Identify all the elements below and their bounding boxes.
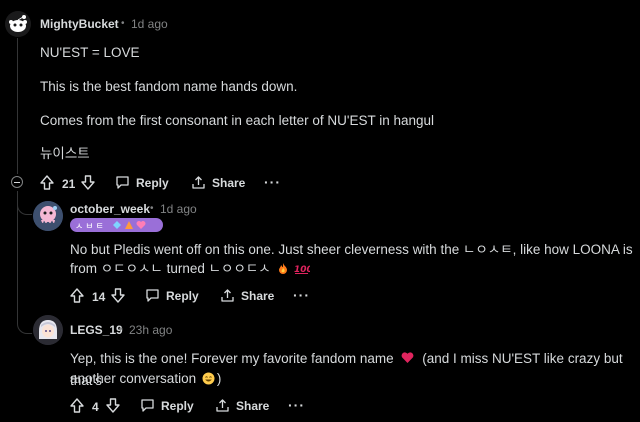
comment-paragraph: 뉴이스트 [40,146,90,161]
reply-button[interactable]: Reply [140,398,194,413]
share-button[interactable]: Share [191,175,245,190]
svg-text:100: 100 [294,265,310,274]
comment-text-fragment: another conversation [70,371,197,386]
downvote-icon[interactable] [81,175,95,190]
meta-separator: • [119,324,123,335]
comment-timestamp[interactable]: 23h ago [129,323,172,337]
upvote-icon[interactable] [70,288,84,303]
comment-icon [146,289,159,302]
avatar[interactable] [33,201,63,231]
share-label: Share [241,288,275,303]
hundred-emoji: 100 [294,265,313,275]
heart-badge-icon [136,221,146,229]
share-button[interactable]: Share [215,398,269,413]
diamond-icon [112,221,121,229]
thread-branch-1 [17,196,32,215]
vote-count: 14 [92,290,106,304]
vote-count: 21 [62,177,76,191]
share-button[interactable]: Share [220,288,274,303]
meta-separator: • [150,203,154,214]
anime-avatar-icon [33,315,63,345]
more-icon[interactable]: ··· [264,174,281,190]
comment-text-fragment: ) [216,371,222,386]
fire-emoji [278,263,287,274]
comment-text-line: another conversation ) [70,368,221,390]
grin-emoji [202,372,215,385]
reply-label: Reply [166,288,199,303]
avatar[interactable] [33,315,63,345]
downvote-icon[interactable] [106,398,120,413]
thread-branch-2 [17,315,32,334]
comment-icon [116,176,129,189]
reply-button[interactable]: Reply [145,288,199,303]
collapse-icon[interactable] [11,176,23,188]
comment-text-line: from ㅇㄷㅇㅅㄴ turned ㄴㅇㅇㄷㅅ 100 [70,258,313,280]
comment-paragraph: NU'EST = LOVE [40,45,140,60]
downvote-icon[interactable] [111,288,125,303]
avatar[interactable] [5,11,31,37]
share-icon [192,176,205,189]
flair-text: ㅅㅂㅌ [75,220,106,231]
comment-paragraph: Comes from the first consonant in each l… [40,113,435,128]
comment-username[interactable]: october_week [70,202,150,216]
share-label: Share [212,175,246,190]
reply-label: Reply [161,398,194,413]
comment-paragraph: This is the best fandom name hands down. [40,79,298,94]
octopus-avatar-icon [33,201,63,231]
comment-username[interactable]: MightyBucket [40,17,119,31]
comment-timestamp[interactable]: 1d ago [160,202,197,216]
upvote-icon[interactable] [40,175,54,190]
share-icon [216,399,229,412]
more-icon[interactable]: ··· [293,287,310,303]
meta-separator: • [121,18,125,29]
more-icon[interactable]: ··· [288,397,305,413]
comment-timestamp[interactable]: 1d ago [131,17,168,31]
shape-icon [124,221,133,229]
comment-username[interactable]: LEGS_19 [70,323,123,337]
comment-text-fragment: Yep, this is the one! Forever my favorit… [70,351,394,366]
thread-line-main [17,38,18,174]
user-flair: ㅅㅂㅌ [70,218,163,232]
vote-count: 4 [92,400,99,414]
heart-emoji [402,352,414,363]
comment-text-fragment: from ㅇㄷㅇㅅㄴ turned ㄴㅇㅇㄷㅅ [70,261,271,276]
reply-label: Reply [136,175,169,190]
share-label: Share [236,398,270,413]
reply-button[interactable]: Reply [115,175,169,190]
upvote-icon[interactable] [70,398,84,413]
comment-icon [141,399,154,412]
snoo-avatar-icon [5,11,31,37]
share-icon [221,289,234,302]
